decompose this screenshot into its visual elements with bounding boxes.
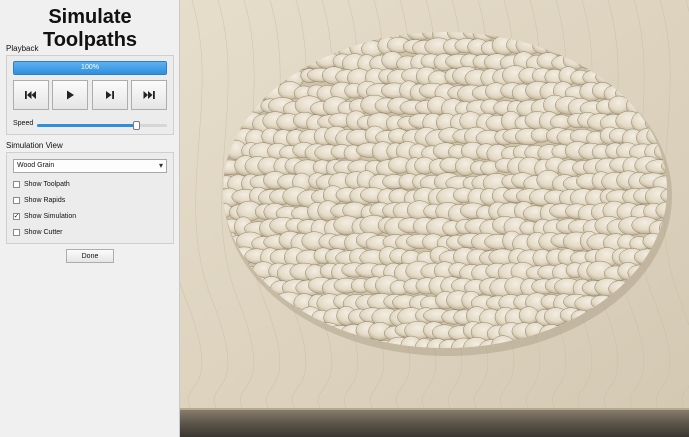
show-rapids-label: Show Rapids [24, 196, 66, 204]
simulation-view-group: Wood Grain ▾ Show Toolpath Show Rapids ✓… [6, 152, 174, 244]
show-toolpath-checkbox[interactable] [13, 180, 20, 188]
step-forward-button[interactable] [92, 80, 128, 110]
show-rapids-checkbox[interactable] [13, 196, 20, 204]
show-rapids-option[interactable]: Show Rapids [13, 195, 65, 205]
show-toolpath-option[interactable]: Show Toolpath [13, 179, 70, 189]
stock-edge [180, 408, 689, 437]
material-dropdown[interactable]: Wood Grain ▾ [13, 159, 167, 173]
playback-group: 100% Speed [6, 55, 174, 135]
show-simulation-checkbox[interactable]: ✓ [13, 212, 20, 220]
simulation-viewport[interactable] [180, 0, 689, 437]
simulation-render [180, 0, 689, 437]
speed-label: Speed [13, 120, 34, 127]
chevron-down-icon: ▾ [158, 161, 163, 170]
done-button[interactable]: Done [66, 249, 114, 263]
step-forward-icon [106, 91, 114, 99]
simulation-view-section-label: Simulation View [6, 141, 63, 150]
show-cutter-label: Show Cutter [24, 228, 63, 236]
material-dropdown-value: Wood Grain [17, 162, 55, 169]
show-toolpath-label: Show Toolpath [24, 180, 70, 188]
play-icon [67, 90, 74, 100]
show-cutter-option[interactable]: Show Cutter [13, 227, 63, 237]
carved-scale [518, 306, 539, 325]
simulate-toolpaths-panel: Simulate Toolpaths Playback 100% Speed S… [0, 0, 180, 437]
speed-slider-fill [37, 124, 136, 127]
skip-to-end-button[interactable] [131, 80, 167, 110]
skip-to-start-icon [25, 91, 36, 99]
show-simulation-label: Show Simulation [24, 212, 77, 220]
show-simulation-option[interactable]: ✓ Show Simulation [13, 211, 76, 221]
simulation-progress-bar: 100% [13, 61, 167, 75]
progress-text: 100% [81, 64, 99, 71]
show-cutter-checkbox[interactable] [13, 228, 20, 236]
speed-slider-thumb[interactable] [132, 121, 140, 130]
play-button[interactable] [52, 80, 88, 110]
playback-section-label: Playback [6, 44, 39, 53]
skip-to-end-icon [143, 91, 155, 99]
stock-edge-highlight [180, 408, 689, 410]
speed-slider[interactable] [37, 121, 167, 130]
rewind-button[interactable] [13, 80, 49, 110]
